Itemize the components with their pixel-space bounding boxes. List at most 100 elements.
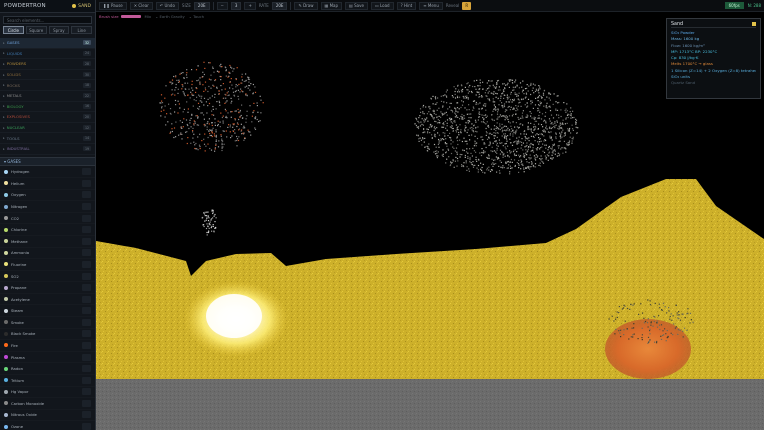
element-item-nitrous-oxide[interactable]: Nitrous Oxide [0, 410, 95, 422]
tool-spray[interactable]: Spray [48, 26, 70, 34]
category-tools[interactable]: ▸ TOOLS 14 [0, 133, 95, 144]
category-nuclear[interactable]: ▸ NUCLEAR 12 [0, 123, 95, 134]
element-item-propane[interactable]: Propane [0, 282, 95, 294]
rate-value[interactable]: 20E [271, 1, 288, 10]
category-biology[interactable]: ▸ BIOLOGY 16 [0, 102, 95, 113]
element-key-badge [82, 399, 91, 407]
element-item-ammonia[interactable]: Ammonia [0, 248, 95, 260]
tool-line[interactable]: Line [71, 26, 92, 34]
brush-size-bar[interactable] [120, 15, 141, 18]
element-item-methane[interactable]: Methane [0, 236, 95, 248]
element-item-helium[interactable]: Helium [0, 178, 95, 190]
pause-button[interactable]: ❚❚ Pause [99, 1, 127, 10]
undo-button[interactable]: ↶ Undo [155, 1, 179, 10]
category-list: ▸ GASES 32 ▸ LIQUIDS 24 ▸ POWDERS 28 ▸ SOLIDS 30 ▸ RO… [0, 38, 95, 155]
element-color-icon [4, 389, 8, 394]
element-item-oxygen[interactable]: Oxygen [0, 190, 95, 202]
category-count: 18 [83, 82, 91, 88]
element-item-so2[interactable]: SO2 [0, 271, 95, 283]
category-metals[interactable]: ▸ METALS 22 [0, 91, 95, 102]
element-label: Fire [11, 342, 18, 348]
clear-button[interactable]: ✕ Clear [129, 1, 153, 10]
element-key-badge [82, 237, 91, 245]
category-solids[interactable]: ▸ SOLIDS 30 [0, 70, 95, 81]
chevron-right-icon: ▸ [3, 104, 5, 109]
tool-square[interactable]: Square [25, 26, 47, 34]
element-item-radon[interactable]: Radon [0, 363, 95, 375]
gases-section-header[interactable]: ▾ GASES [0, 156, 95, 166]
element-label: Fluorine [11, 261, 27, 267]
element-item-fluorine[interactable]: Fluorine [0, 259, 95, 271]
increase-button[interactable]: + [244, 1, 256, 10]
element-item-fire[interactable]: Fire [0, 340, 95, 352]
element-item-acetylene[interactable]: Acetylene [0, 294, 95, 306]
element-color-icon [4, 285, 8, 290]
draw-button[interactable]: ✎ Draw [294, 1, 318, 10]
category-liquids[interactable]: ▸ LIQUIDS 24 [0, 49, 95, 60]
element-item-tritium[interactable]: Tritium [0, 375, 95, 387]
hint-button[interactable]: ? Hint [396, 1, 417, 10]
element-key-badge [82, 365, 91, 373]
selected-element-label: SAND [78, 3, 91, 9]
element-key-badge [82, 272, 91, 280]
element-color-icon [4, 216, 8, 221]
element-label: Chlorine [11, 227, 27, 233]
reveal-label: Reveal [445, 3, 460, 8]
element-key-badge [82, 411, 91, 419]
category-rocks[interactable]: ▸ ROCKS 18 [0, 80, 95, 91]
element-item-co2[interactable]: CO2 [0, 213, 95, 225]
hint-label: Hint [404, 3, 413, 8]
category-label: POWDERS [6, 61, 27, 67]
element-item-carbon-monoxide[interactable]: Carbon Monoxide [0, 398, 95, 410]
category-label: ROCKS [6, 82, 20, 88]
decrease-button[interactable]: − [216, 1, 228, 10]
draw-label: Draw [303, 3, 314, 8]
tool-circle[interactable]: Circle [3, 26, 24, 34]
category-label: EXPLOSIVES [6, 114, 30, 120]
element-item-steam[interactable]: Steam [0, 305, 95, 318]
element-color-icon [4, 424, 8, 429]
element-key-badge [82, 330, 91, 338]
element-item-plasma[interactable]: Plasma [0, 352, 95, 364]
element-info-panel: Sand SiO₂ Powder Mass: 1600 kg Flow: 1600 … [666, 18, 761, 99]
chevron-right-icon: ▸ [3, 146, 5, 151]
search-input[interactable]: Search elements... [3, 16, 92, 24]
element-item-black-smoke[interactable]: Black Smoke [0, 329, 95, 341]
element-item-chlorine[interactable]: Chlorine [0, 224, 95, 236]
element-key-badge [82, 295, 91, 303]
element-label: Hg Vapor [11, 389, 29, 395]
selected-element-indicator: SAND [72, 4, 91, 9]
element-key-badge [82, 341, 91, 349]
element-key-badge [82, 388, 91, 396]
menu-button[interactable]: ≡ Menu [419, 1, 443, 10]
element-label: Acetylene [11, 296, 30, 302]
chevron-right-icon: ▸ [3, 125, 5, 130]
map-button[interactable]: ▦ Map [320, 1, 343, 10]
category-industrial[interactable]: ▸ INDUSTRIAL 19 [0, 144, 95, 155]
save-button[interactable]: ▤ Save [345, 1, 368, 10]
reveal-toggle[interactable]: R [462, 1, 472, 10]
chevron-right-icon: ▸ [3, 72, 5, 77]
element-color-icon [4, 192, 8, 197]
category-count: 14 [83, 135, 91, 141]
element-item-nitrogen[interactable]: Nitrogen [0, 201, 95, 213]
element-color-icon [4, 250, 8, 255]
load-button[interactable]: ▭ Load [370, 1, 394, 10]
element-label: SO2 [11, 273, 19, 279]
category-powders[interactable]: ▸ POWDERS 28 [0, 59, 95, 70]
element-item-hydrogen[interactable]: Hydrogen [0, 167, 95, 179]
rate-label: RATE [258, 3, 269, 8]
info-line: Quartz Sand [671, 80, 696, 86]
simulation-canvas[interactable] [96, 21, 764, 430]
element-item-hg-vapor[interactable]: Hg Vapor [0, 387, 95, 399]
category-gases[interactable]: ▸ GASES 32 [0, 38, 95, 49]
size-value[interactable]: 20E [193, 1, 210, 10]
element-label: Ammonia [11, 250, 30, 256]
element-item-ozone[interactable]: Ozone [0, 421, 95, 430]
element-item-smoke[interactable]: Smoke [0, 317, 95, 329]
chevron-right-icon: ▸ [3, 51, 5, 56]
gravity-value: Earth Gravity [159, 14, 185, 19]
category-explosives[interactable]: ▸ EXPLOSIVES 20 [0, 112, 95, 123]
element-key-badge [82, 179, 91, 187]
element-color-icon [4, 274, 8, 279]
